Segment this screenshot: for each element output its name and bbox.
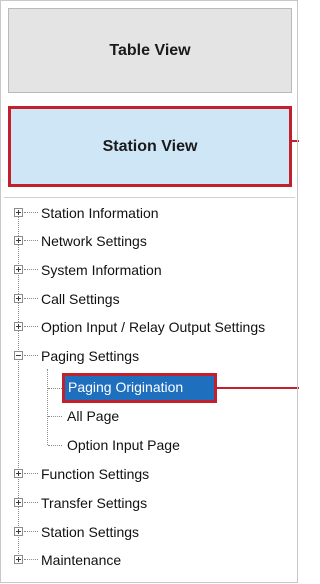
divider	[4, 197, 295, 198]
tree-item-option-input-page[interactable]: Option Input Page	[67, 437, 180, 453]
table-view-button[interactable]: Table View	[8, 8, 292, 93]
expand-icon[interactable]	[14, 498, 23, 507]
expand-icon[interactable]	[14, 527, 23, 536]
tree-guide-line	[48, 388, 62, 389]
expand-icon[interactable]	[14, 236, 23, 245]
tree-item-function-settings[interactable]: Function Settings	[0, 462, 299, 488]
tree-item-station-information[interactable]: Station Information	[0, 201, 299, 227]
tree-item-label: Option Input / Relay Output Settings	[41, 319, 266, 335]
tree-guide-line	[47, 369, 48, 445]
tree-item-label: Paging Origination	[68, 379, 184, 395]
tree-guide-line	[48, 445, 62, 446]
expand-icon[interactable]	[14, 294, 23, 303]
tree-item-transfer-settings[interactable]: Transfer Settings	[0, 491, 299, 517]
tree-item-maintenance[interactable]: Maintenance	[0, 548, 299, 574]
tree-item-option-input-relay-output[interactable]: Option Input / Relay Output Settings	[0, 315, 299, 341]
tree-item-station-settings[interactable]: Station Settings	[0, 520, 299, 546]
expand-icon[interactable]	[14, 555, 23, 564]
tree-item-paging-origination[interactable]: Paging Origination	[62, 373, 217, 403]
tree-item-paging-settings[interactable]: Paging Settings	[0, 344, 299, 370]
panel-edge	[297, 0, 298, 583]
station-view-button[interactable]: Station View	[8, 106, 292, 187]
tree-item-call-settings[interactable]: Call Settings	[0, 287, 299, 313]
expand-icon[interactable]	[14, 322, 23, 331]
tree-item-all-page[interactable]: All Page	[67, 408, 119, 424]
tree-item-label: Function Settings	[41, 466, 150, 482]
tree-guide-line	[48, 416, 62, 417]
tree-item-label: Call Settings	[41, 291, 120, 307]
collapse-icon[interactable]	[14, 351, 23, 360]
tree-item-label: System Information	[41, 262, 162, 278]
expand-icon[interactable]	[14, 208, 23, 217]
tree-item-label: Maintenance	[41, 552, 122, 568]
expand-icon[interactable]	[14, 469, 23, 478]
tree-item-label: Paging Settings	[41, 348, 140, 364]
expand-icon[interactable]	[14, 265, 23, 274]
tree-item-system-information[interactable]: System Information	[0, 258, 299, 284]
tree-item-network-settings[interactable]: Network Settings	[0, 229, 299, 255]
tree-item-label: Network Settings	[41, 233, 147, 249]
tree-item-label: Station Settings	[41, 524, 140, 540]
callout-line	[217, 387, 299, 389]
tree-item-label: Transfer Settings	[41, 495, 148, 511]
tree-item-label: Station Information	[41, 205, 159, 221]
